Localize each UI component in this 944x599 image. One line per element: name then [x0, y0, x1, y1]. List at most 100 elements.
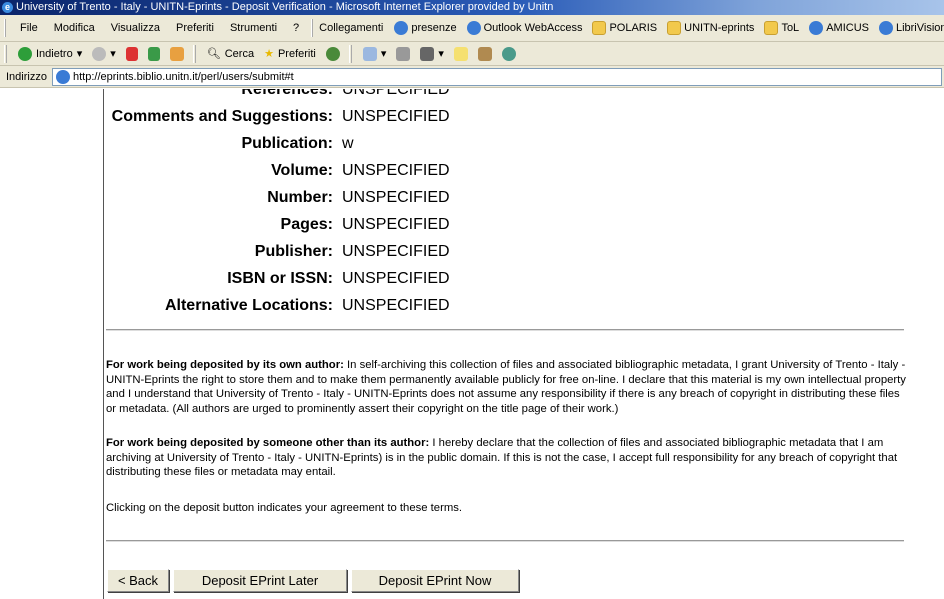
- field-row: Publisher: UNSPECIFIED: [106, 243, 706, 265]
- divider: [106, 329, 904, 331]
- menu-help[interactable]: ?: [285, 22, 307, 34]
- discuss-button[interactable]: [449, 46, 473, 61]
- folder-icon: [592, 21, 607, 35]
- stop-button[interactable]: [121, 46, 143, 61]
- back-button[interactable]: < Back: [107, 569, 169, 592]
- edit-button[interactable]: ▾: [415, 46, 449, 61]
- history-button[interactable]: [321, 46, 345, 61]
- terms-heading: For work being deposited by someone othe…: [106, 437, 430, 449]
- menu-strumenti[interactable]: Strumenti: [222, 22, 285, 34]
- link-polaris[interactable]: POLARIS: [587, 21, 662, 35]
- print-button[interactable]: [391, 46, 415, 61]
- window-title: University of Trento - Italy - UNITN-Epr…: [16, 1, 554, 13]
- menu-visualizza[interactable]: Visualizza: [103, 22, 168, 34]
- back-button[interactable]: Indietro ▾: [13, 46, 87, 61]
- field-label: Volume:: [271, 162, 333, 179]
- link-presenze[interactable]: presenze: [389, 21, 461, 35]
- field-value: UNSPECIFIED: [342, 89, 450, 98]
- left-border: [103, 89, 104, 599]
- folder-icon: [667, 21, 682, 35]
- forward-arrow-icon: [92, 46, 107, 61]
- ie-page-icon: [56, 70, 70, 84]
- menu-preferiti[interactable]: Preferiti: [168, 22, 222, 34]
- ie-logo-icon: e: [2, 2, 13, 13]
- field-label: References:: [241, 89, 333, 98]
- link-label: Outlook WebAccess: [483, 22, 583, 34]
- field-row: Number: UNSPECIFIED: [106, 189, 706, 211]
- favorites-button[interactable]: ★ Preferiti: [259, 47, 321, 61]
- menu-modifica[interactable]: Modifica: [46, 22, 103, 34]
- mail-button[interactable]: ▾: [358, 46, 392, 61]
- deposit-later-button[interactable]: Deposit EPrint Later: [173, 569, 347, 592]
- standard-toolbar: Indietro ▾ ▾ 🔍︎ Cerca ★ Preferiti ▾ ▾: [0, 42, 944, 66]
- folder-icon: [764, 21, 779, 35]
- other-author-terms: For work being deposited by someone othe…: [106, 436, 906, 480]
- field-value: UNSPECIFIED: [342, 108, 450, 125]
- toolbar-grip[interactable]: [4, 19, 6, 37]
- field-label: Number:: [267, 189, 333, 206]
- field-value: UNSPECIFIED: [342, 270, 450, 287]
- home-icon: [169, 46, 184, 61]
- field-label: Pages:: [280, 216, 333, 233]
- own-author-terms: For work being deposited by its own auth…: [106, 358, 906, 417]
- research-button[interactable]: [473, 46, 497, 61]
- toolbar-grip[interactable]: [311, 19, 314, 37]
- edit-icon: [420, 46, 435, 61]
- separator: [348, 44, 352, 63]
- link-label: LibriVision: [895, 22, 944, 34]
- ie-page-icon: [466, 21, 481, 35]
- address-label: Indirizzo: [6, 70, 47, 83]
- ie-page-icon: [878, 21, 893, 35]
- address-bar: Indirizzo http://eprints.biblio.unitn.it…: [0, 66, 944, 88]
- page-content: References: UNSPECIFIED Comments and Sugge…: [0, 89, 944, 599]
- window-title-bar: e University of Trento - Italy - UNITN-Ep…: [0, 0, 944, 15]
- toolbar-grip[interactable]: [4, 44, 7, 63]
- messenger-button[interactable]: [497, 46, 521, 61]
- search-button[interactable]: 🔍︎ Cerca: [202, 47, 259, 61]
- ie-page-icon: [809, 21, 824, 35]
- search-icon: 🔍︎: [206, 48, 221, 60]
- field-value: w: [342, 135, 354, 152]
- forward-button[interactable]: ▾: [87, 46, 121, 61]
- research-icon: [477, 46, 492, 61]
- refresh-button[interactable]: [143, 46, 165, 61]
- messenger-icon: [501, 46, 516, 61]
- link-label: presenze: [411, 22, 457, 34]
- link-amicus[interactable]: AMICUS: [804, 21, 874, 35]
- link-unitn-eprints[interactable]: UNITN-eprints: [662, 21, 759, 35]
- separator: [192, 44, 196, 63]
- link-tol[interactable]: ToL: [759, 21, 804, 35]
- agreement-text: Clicking on the deposit button indicates…: [106, 502, 463, 514]
- history-icon: [325, 46, 340, 61]
- link-librivision[interactable]: LibriVision: [874, 21, 944, 35]
- address-url: http://eprints.biblio.unitn.it/perl/user…: [73, 71, 294, 83]
- field-value: UNSPECIFIED: [342, 216, 450, 233]
- print-icon: [396, 46, 411, 61]
- field-label: Publication:: [241, 135, 333, 152]
- field-row: Comments and Suggestions: UNSPECIFIED: [106, 108, 706, 130]
- field-label: Publisher:: [254, 243, 333, 260]
- field-value: UNSPECIFIED: [342, 297, 450, 314]
- mail-icon: [362, 46, 377, 61]
- refresh-icon: [147, 46, 160, 61]
- note-icon: [453, 46, 468, 61]
- field-label: Comments and Suggestions:: [111, 108, 333, 125]
- stop-icon: [125, 46, 138, 61]
- link-label: UNITN-eprints: [684, 22, 755, 34]
- menu-file[interactable]: File: [12, 22, 46, 34]
- back-label: Indietro: [36, 47, 73, 60]
- field-row: Pages: UNSPECIFIED: [106, 216, 706, 238]
- home-button[interactable]: [165, 46, 189, 61]
- field-label: ISBN or ISSN:: [227, 270, 333, 287]
- search-label: Cerca: [224, 47, 255, 60]
- link-outlook[interactable]: Outlook WebAccess: [462, 21, 588, 35]
- address-input[interactable]: http://eprints.biblio.unitn.it/perl/user…: [52, 68, 942, 86]
- link-label: ToL: [781, 22, 800, 34]
- field-row: References: UNSPECIFIED: [106, 89, 706, 103]
- field-row: ISBN or ISSN: UNSPECIFIED: [106, 270, 706, 292]
- field-row: Publication: w: [106, 135, 706, 157]
- deposit-now-button[interactable]: Deposit EPrint Now: [351, 569, 519, 592]
- menu-bar: File Modifica Visualizza Preferiti Strum…: [0, 15, 944, 42]
- field-value: UNSPECIFIED: [342, 189, 450, 206]
- link-label: AMICUS: [826, 22, 869, 34]
